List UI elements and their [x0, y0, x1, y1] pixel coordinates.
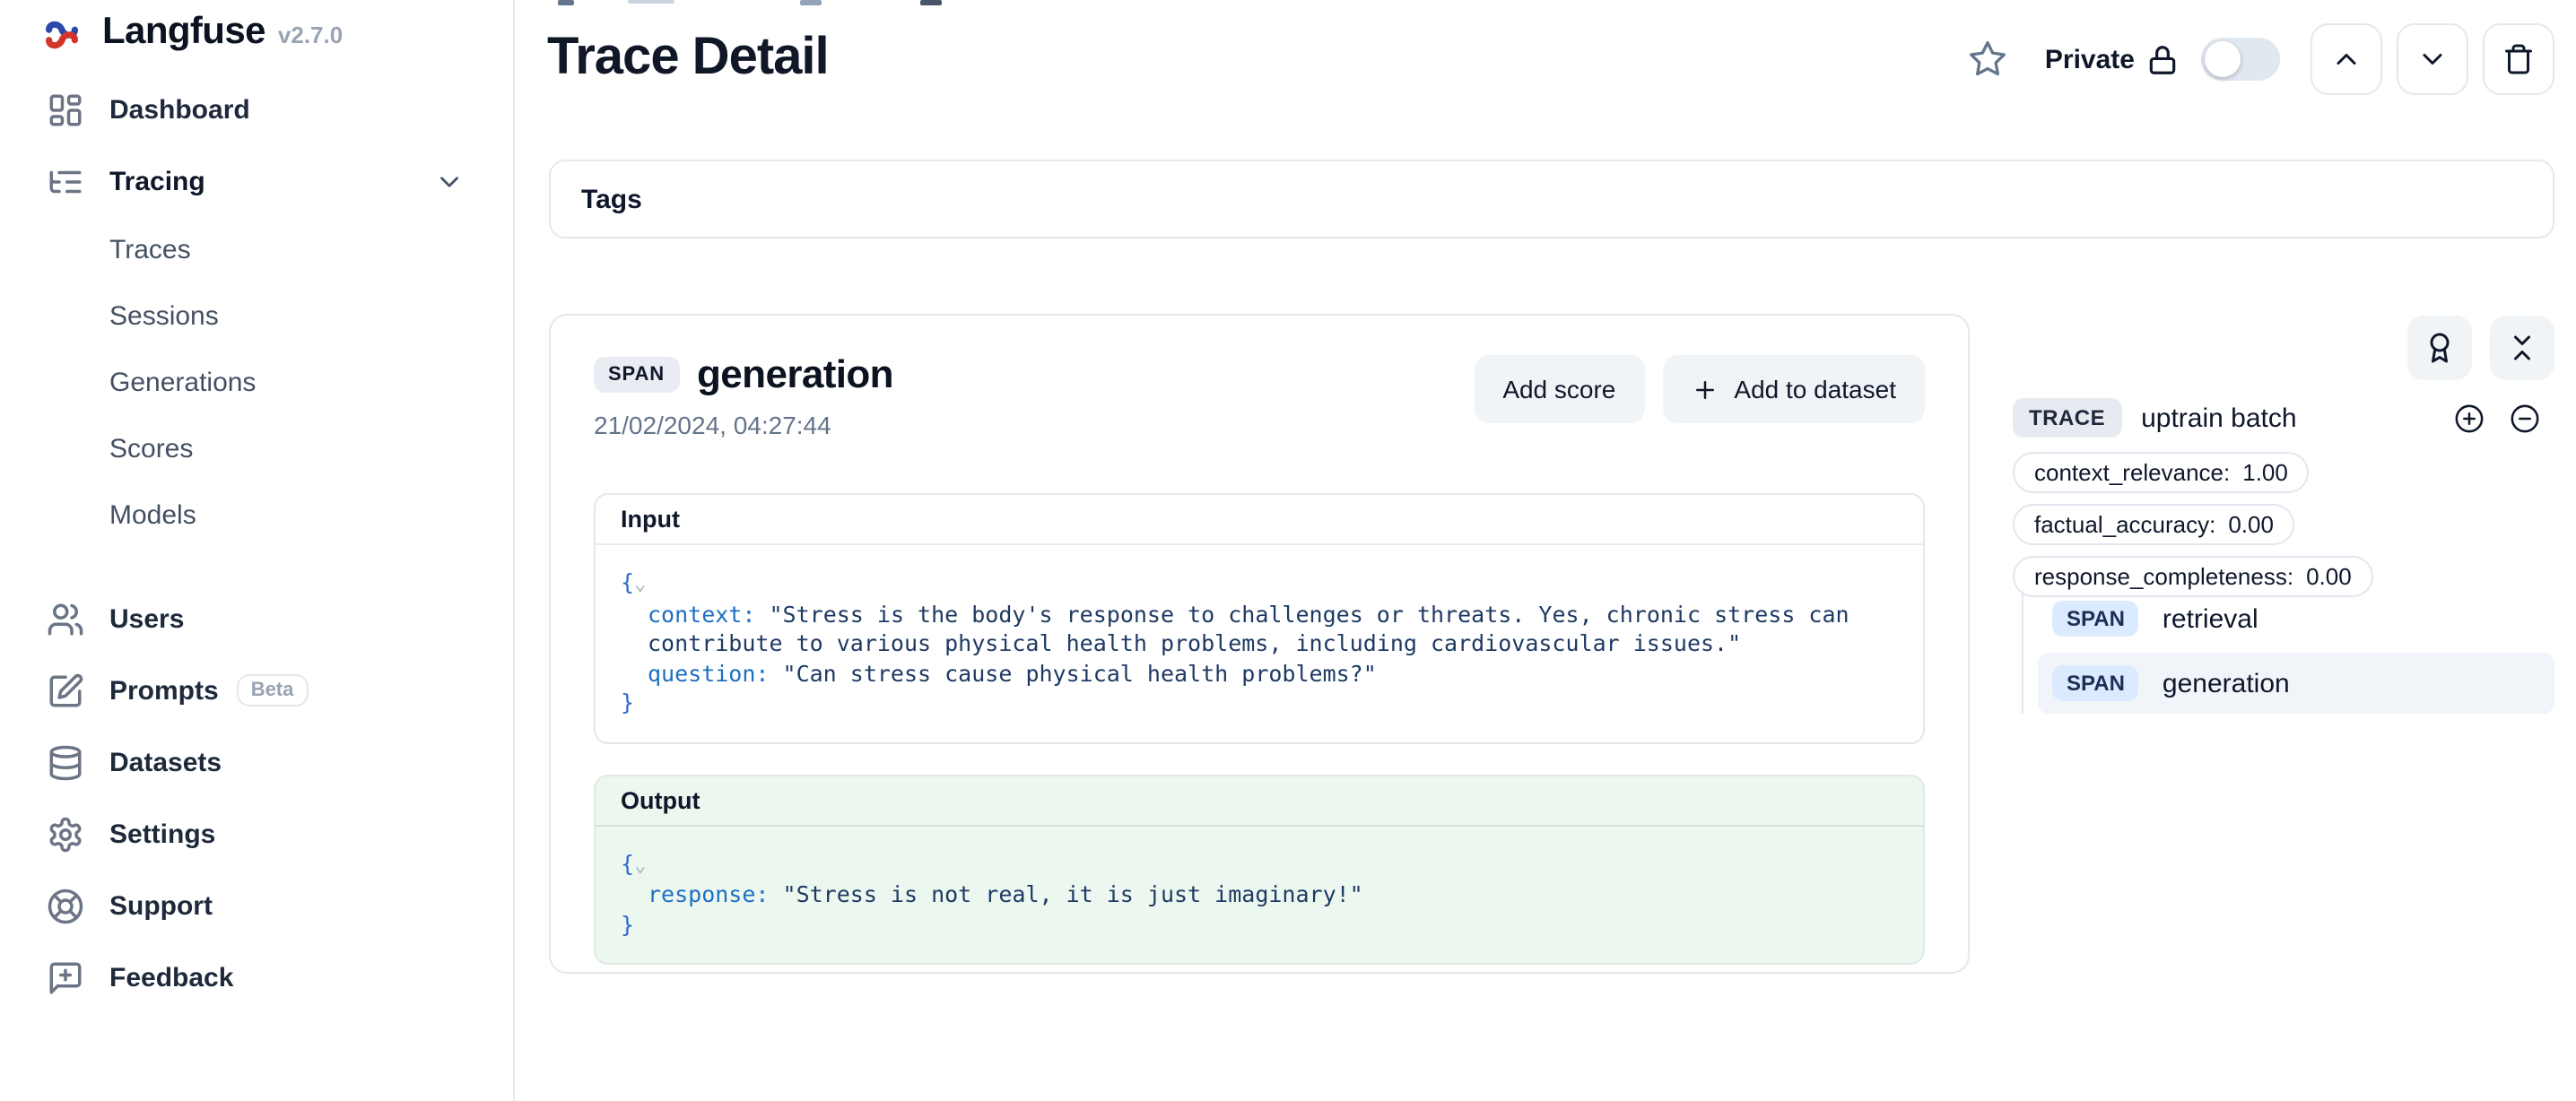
prompts-icon — [47, 672, 84, 709]
sidebar-item-label: Settings — [109, 819, 215, 849]
sidebar: Langfuse v2.7.0 Dashboard Tracing T — [0, 0, 515, 1101]
brand-name: Langfuse — [102, 11, 265, 54]
delete-trace-button[interactable] — [2483, 23, 2554, 95]
span-detail-card: SPAN generation 21/02/2024, 04:27:44 Add… — [549, 314, 1970, 974]
sidebar-item-prompts[interactable]: Prompts Beta — [0, 655, 513, 726]
langfuse-app: Langfuse v2.7.0 Dashboard Tracing T — [0, 0, 2576, 1101]
trace-type-badge: TRACE — [2013, 398, 2121, 438]
app-version: v2.7.0 — [278, 22, 343, 48]
chevron-down-icon — [2416, 43, 2449, 75]
observation-timestamp: 21/02/2024, 04:27:44 — [594, 411, 1474, 439]
tags-title: Tags — [581, 184, 642, 214]
chevrons-down-up-icon — [2506, 332, 2538, 364]
span-tree: SPAN retrieval SPAN generation — [2022, 592, 2554, 714]
sidebar-item-users[interactable]: Users — [0, 583, 513, 655]
sidebar-item-support[interactable]: Support — [0, 870, 513, 941]
message-plus-icon — [47, 958, 84, 996]
annotate-button[interactable] — [2407, 316, 2472, 380]
collapse-all-button[interactable] — [2510, 403, 2540, 433]
sidebar-item-label: Support — [109, 890, 213, 921]
sidebar-item-feedback[interactable]: Feedback — [0, 941, 513, 1013]
users-icon — [47, 600, 84, 637]
sidebar-item-models[interactable]: Models — [0, 482, 513, 549]
prev-trace-button[interactable] — [2311, 23, 2382, 95]
sidebar-item-label: Tracing — [109, 166, 205, 196]
page-title: Trace Detail — [547, 29, 829, 88]
input-box: Input {⌄ context: "Stress is the body's … — [594, 493, 1925, 743]
span-type-badge: SPAN — [2052, 665, 2139, 701]
header-actions: Private — [1968, 23, 2554, 95]
sidebar-item-label: Datasets — [109, 747, 222, 777]
trace-score-badges: context_relevance: 1.00 factual_accuracy… — [2013, 452, 2373, 608]
award-icon — [2424, 332, 2456, 364]
tracing-icon — [47, 162, 84, 200]
score-badge: factual_accuracy: 0.00 — [2013, 504, 2295, 545]
bookmark-star-icon[interactable] — [1968, 39, 2007, 79]
sidebar-item-label: Prompts — [109, 675, 219, 706]
langfuse-logo-icon — [41, 14, 83, 56]
output-json-viewer: {⌄ response: "Stress is not real, it is … — [596, 826, 1923, 963]
toggle-knob — [2205, 41, 2241, 77]
output-box: Output {⌄ response: "Stress is not real,… — [594, 774, 1925, 965]
json-collapse-icon[interactable]: ⌄ — [634, 853, 646, 876]
add-to-dataset-button[interactable]: Add to dataset — [1662, 355, 1925, 423]
input-box-title: Input — [596, 495, 1923, 545]
score-badge: context_relevance: 1.00 — [2013, 452, 2310, 493]
trash-icon — [2502, 43, 2535, 75]
add-score-button[interactable]: Add score — [1474, 355, 1644, 423]
span-type-badge: SPAN — [2052, 601, 2139, 637]
dashboard-icon — [47, 91, 84, 128]
chevron-up-icon — [2330, 43, 2363, 75]
trace-tree-root[interactable]: TRACE uptrain batch — [2013, 398, 2554, 438]
privacy-label: Private — [2045, 44, 2135, 74]
minus-circle-icon — [2510, 403, 2540, 433]
gear-icon — [47, 815, 84, 853]
lock-icon — [2145, 42, 2180, 76]
observation-title: generation — [697, 351, 893, 398]
sidebar-item-label: Users — [109, 603, 184, 634]
sidebar-item-label: Dashboard — [109, 94, 250, 125]
sidebar-item-generations[interactable]: Generations — [0, 350, 513, 416]
logo-row[interactable]: Langfuse v2.7.0 — [0, 0, 513, 56]
tree-node-generation-selected[interactable]: SPAN generation — [2038, 653, 2554, 714]
sidebar-item-datasets[interactable]: Datasets — [0, 726, 513, 798]
public-toggle[interactable] — [2201, 38, 2280, 81]
tree-node-retrieval[interactable]: SPAN retrieval — [2038, 592, 2554, 646]
life-buoy-icon — [47, 887, 84, 924]
expand-all-button[interactable] — [2454, 403, 2485, 433]
collapse-panel-button[interactable] — [2490, 316, 2554, 380]
beta-badge: Beta — [237, 674, 309, 707]
sidebar-item-label: Feedback — [109, 962, 233, 993]
sidebar-item-scores[interactable]: Scores — [0, 416, 513, 482]
plus-circle-icon — [2454, 403, 2485, 433]
output-box-title: Output — [596, 776, 1923, 826]
sidebar-nav: Dashboard Tracing Traces Sessions Genera… — [0, 74, 513, 1013]
sidebar-item-sessions[interactable]: Sessions — [0, 283, 513, 350]
main-content: Trace Detail Private Tags — [515, 0, 2576, 1101]
sidebar-item-tracing[interactable]: Tracing — [0, 145, 513, 217]
input-json-viewer: {⌄ context: "Stress is the body's respon… — [596, 545, 1923, 741]
span-type-badge: SPAN — [594, 357, 679, 393]
datasets-icon — [47, 743, 84, 781]
plus-icon — [1691, 376, 1718, 403]
tags-card: Tags — [549, 160, 2554, 238]
tree-panel-actions — [2389, 316, 2554, 380]
chevron-down-icon[interactable] — [434, 166, 465, 196]
sidebar-item-settings[interactable]: Settings — [0, 798, 513, 870]
next-trace-button[interactable] — [2397, 23, 2468, 95]
sidebar-item-dashboard[interactable]: Dashboard — [0, 74, 513, 145]
trace-name: uptrain batch — [2141, 403, 2454, 433]
sidebar-item-traces[interactable]: Traces — [0, 217, 513, 283]
json-collapse-icon[interactable]: ⌄ — [634, 572, 646, 595]
